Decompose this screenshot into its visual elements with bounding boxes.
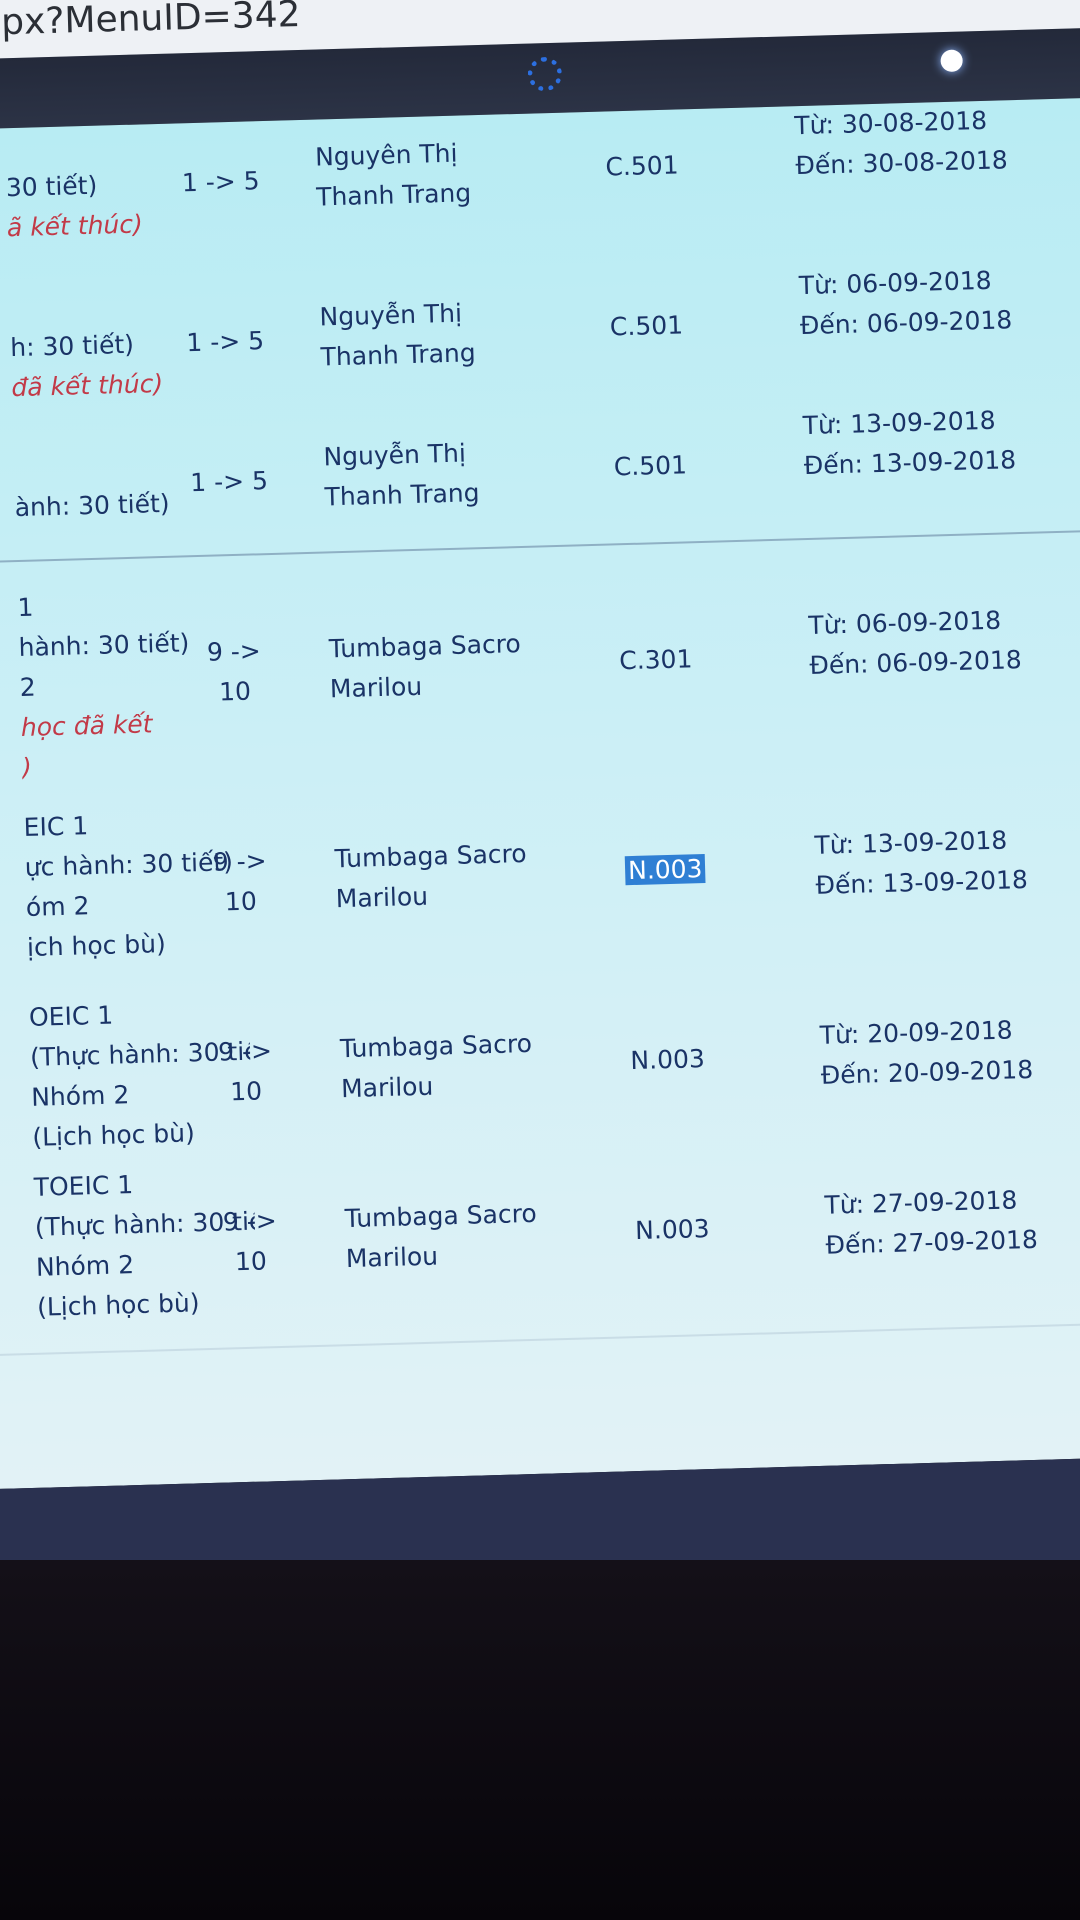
- date-cell: Từ: 30-08-2018 Đến: 30-08-2018: [794, 100, 1008, 186]
- period-cell: 1 -> 5: [184, 461, 275, 503]
- period-line: 1 -> 5: [189, 466, 269, 498]
- teacher-line: Marilou: [340, 1071, 434, 1104]
- date-cell: Từ: 13-09-2018 Đến: 13-09-2018: [802, 400, 1016, 486]
- date-cell: Từ: 06-09-2018 Đến: 06-09-2018: [808, 600, 1022, 686]
- period-cell: 1 -> 5: [175, 161, 266, 203]
- teacher-line: Nguyễn Thị: [319, 298, 463, 332]
- period-cell: 9 -> 10: [200, 1031, 292, 1113]
- teacher-line: Marilou: [329, 671, 423, 704]
- teacher-line: Tumbaga Sacro: [344, 1198, 538, 1234]
- date-from: Từ: 06-09-2018: [798, 265, 992, 301]
- status-dot-icon: [940, 49, 963, 73]
- table-row: OEIC 1 (Thực hành: 30 tiết) Nhóm 2 (Lịch…: [0, 967, 1080, 1152]
- period-line: 10: [218, 676, 252, 707]
- date-to: Đến: 06-09-2018: [799, 305, 1013, 341]
- room-value: C.301: [618, 644, 693, 676]
- period-cell: 9 -> 10: [188, 631, 280, 713]
- teacher-line: Marilou: [335, 881, 429, 914]
- date-to: Đến: 27-09-2018: [825, 1224, 1039, 1260]
- period-line: 9 ->: [217, 1036, 273, 1067]
- status-note: ã kết thúc): [6, 209, 144, 243]
- teacher-cell: Tumbaga Sacro Marilou: [328, 624, 522, 709]
- period-cell: 9 -> 10: [204, 1201, 296, 1283]
- room-cell: C.501: [613, 445, 687, 487]
- teacher-line: Marilou: [345, 1241, 439, 1274]
- date-from: Từ: 27-09-2018: [824, 1185, 1018, 1220]
- teacher-cell: Tumbaga Sacro Marilou: [344, 1194, 538, 1279]
- period-cell: 9 -> 10: [194, 841, 286, 923]
- subject-line: (Lịch học bù): [31, 1118, 196, 1152]
- date-from: Từ: 06-09-2018: [807, 605, 1002, 640]
- period-line: 1 -> 5: [185, 326, 265, 358]
- date-from: Từ: 13-09-2018: [802, 405, 996, 441]
- date-from: Từ: 20-09-2018: [819, 1015, 1013, 1050]
- browser-screen: px?MenuID=342 30 tiết) ã kết thúc) 1 -> …: [0, 0, 1080, 1600]
- date-cell: Từ: 20-09-2018 Đến: 20-09-2018: [819, 1010, 1033, 1096]
- teacher-line: Nguyên Thị: [314, 138, 458, 172]
- date-to: Đến: 20-09-2018: [820, 1054, 1034, 1090]
- date-from: Từ: 30-08-2018: [793, 105, 988, 141]
- status-note: đã kết thúc): [11, 368, 164, 403]
- subject-line: EIC 1: [23, 811, 89, 842]
- period-line: 10: [234, 1246, 268, 1277]
- room-value: C.501: [613, 450, 688, 482]
- row-divider: [0, 1322, 1080, 1357]
- teacher-line: Thanh Trang: [324, 478, 480, 512]
- loading-spinner-icon: [527, 56, 563, 92]
- monitor-bezel: [0, 1560, 1080, 1920]
- url-text[interactable]: px?MenuID=342: [1, 0, 301, 43]
- room-value: N.003: [630, 1044, 706, 1076]
- teacher-cell: Nguyên Thị Thanh Trang: [315, 133, 472, 217]
- subject-line: OEIC 1: [28, 1000, 114, 1032]
- period-line: 10: [224, 886, 258, 917]
- teacher-line: Thanh Trang: [315, 178, 472, 212]
- status-note: ): [21, 752, 33, 783]
- date-to: Đến: 30-08-2018: [795, 145, 1009, 181]
- period-cell: 1 -> 5: [180, 321, 271, 363]
- teacher-line: Tumbaga Sacro: [339, 1028, 533, 1064]
- room-value: C.501: [605, 150, 679, 182]
- teacher-cell: Nguyễn Thị Thanh Trang: [319, 293, 476, 377]
- row-divider: [0, 529, 1080, 564]
- date-cell: Từ: 13-09-2018 Đến: 13-09-2018: [814, 820, 1028, 906]
- room-value-selected[interactable]: N.003: [624, 853, 706, 886]
- teacher-line: Tumbaga Sacro: [334, 838, 527, 874]
- room-cell: C.501: [605, 145, 679, 187]
- room-value: N.003: [634, 1214, 710, 1246]
- subject-line: 1: [17, 592, 34, 623]
- room-cell: N.003: [630, 1039, 705, 1081]
- period-line: 10: [229, 1076, 263, 1107]
- period-line: 9 ->: [206, 636, 262, 667]
- date-cell: Từ: 06-09-2018 Đến: 06-09-2018: [798, 260, 1012, 346]
- schedule-table: 30 tiết) ã kết thúc) 1 -> 5 Nguyên Thị T…: [0, 97, 1080, 1490]
- period-line: 1 -> 5: [181, 166, 260, 198]
- room-cell: N.003: [635, 1209, 710, 1251]
- subject-line: ịch học bù): [26, 929, 167, 962]
- subject-line: TOEIC 1: [33, 1170, 134, 1202]
- room-cell: N.003: [624, 849, 706, 891]
- subject-line: (Lịch học bù): [36, 1288, 200, 1322]
- teacher-line: Nguyễn Thị: [323, 438, 467, 472]
- period-line: 9 ->: [222, 1206, 278, 1237]
- date-cell: Từ: 27-09-2018 Đến: 27-09-2018: [824, 1180, 1038, 1266]
- date-to: Đến: 06-09-2018: [809, 645, 1023, 680]
- period-line: 9 ->: [212, 846, 268, 877]
- date-to: Đến: 13-09-2018: [815, 864, 1029, 900]
- teacher-cell: Tumbaga Sacro Marilou: [334, 834, 528, 919]
- table-row: h: 30 tiết) đã kết thúc) 1 -> 5 Nguyễn T…: [0, 257, 1080, 402]
- room-value: C.501: [609, 310, 684, 342]
- table-row: 1 hành: 30 tiết) 2 học đã kết ) 9 -> 10 …: [0, 547, 1080, 782]
- teacher-line: Tumbaga Sacro: [328, 629, 522, 664]
- room-cell: C.501: [609, 305, 684, 347]
- room-cell: C.301: [619, 639, 693, 681]
- teacher-cell: Tumbaga Sacro Marilou: [339, 1024, 533, 1109]
- teacher-cell: Nguyễn Thị Thanh Trang: [323, 433, 480, 517]
- date-to: Đến: 13-09-2018: [803, 445, 1017, 481]
- teacher-line: Thanh Trang: [320, 338, 477, 372]
- date-from: Từ: 13-09-2018: [814, 825, 1008, 860]
